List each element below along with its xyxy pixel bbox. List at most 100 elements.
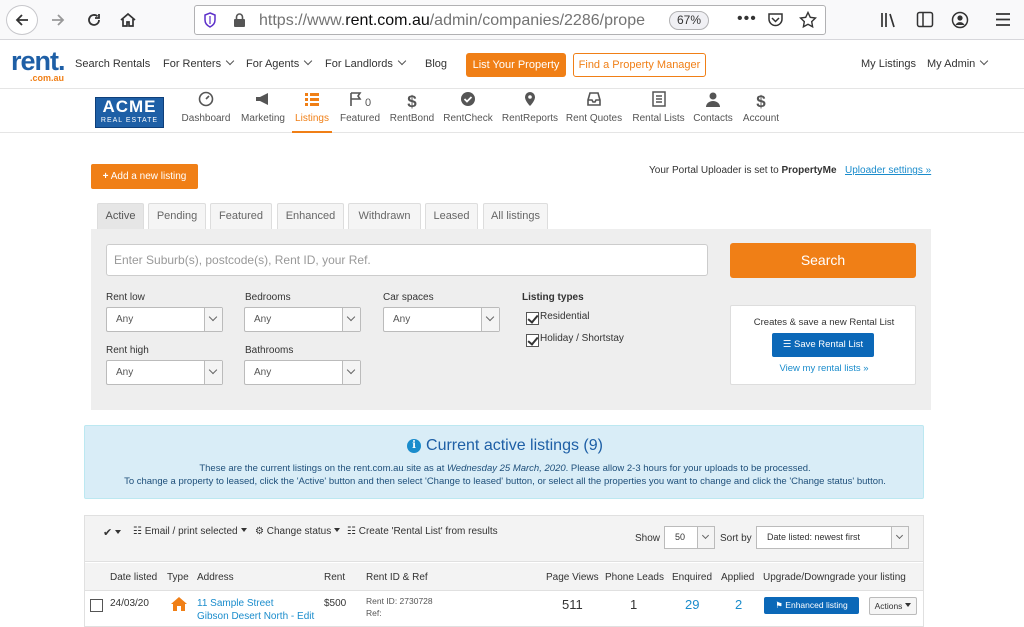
info-line-2: To change a property to leased, click th… [124,476,886,487]
nav-for-agents[interactable]: For Agents [246,56,313,70]
row-address-link[interactable]: 11 Sample Street [197,598,274,609]
company-logo: ACME REAL ESTATE [95,97,164,128]
col-enquired[interactable]: Enquired [672,572,712,583]
nav-for-renters[interactable]: For Renters [163,56,235,70]
tab-enhanced[interactable]: Enhanced [277,203,344,229]
row-enquired-link[interactable]: 29 [685,597,699,612]
shield-icon[interactable] [203,12,217,31]
forward-icon[interactable] [44,7,72,33]
search-input[interactable]: Enter Suburb(s), postcode(s), Rent ID, y… [106,244,708,276]
col-rent-id-ref[interactable]: Rent ID & Ref [366,572,428,583]
col-address[interactable]: Address [197,572,234,583]
row-rent-id: Rent ID: 2730728 [366,596,433,606]
tab-featured[interactable]: Featured [210,203,272,229]
info-line-1: These are the current listings on the re… [199,463,811,474]
nav-rent-quotes[interactable]: Rent Quotes [565,91,623,133]
zoom-level-badge[interactable]: 67% [669,11,709,30]
lock-icon[interactable] [233,12,246,31]
col-applied[interactable]: Applied [721,572,754,583]
list-icon: ☰ [782,339,792,350]
col-rent[interactable]: Rent [324,572,345,583]
dashboard-nav: ACME REAL ESTATE Dashboard Marketing Lis… [0,89,1024,133]
nav-search-rentals[interactable]: Search Rentals [75,58,150,70]
tab-withdrawn[interactable]: Withdrawn [348,203,421,229]
nav-rental-lists[interactable]: Rental Lists [631,91,686,133]
reload-icon[interactable] [80,7,108,33]
select-all-menu[interactable]: ✔ [103,526,122,539]
change-status-menu[interactable]: ⚙ Change status [255,526,341,537]
bookmark-star-icon[interactable] [798,10,818,32]
nav-account[interactable]: $ Account [740,91,782,133]
chevron-down-icon [204,361,222,384]
nav-contacts[interactable]: Contacts [691,91,735,133]
row-checkbox[interactable] [90,599,103,612]
my-admin-menu[interactable]: My Admin [927,56,989,70]
rent-logo[interactable]: rent. [11,48,66,75]
nav-featured[interactable]: 0 Featured [338,91,382,133]
back-icon[interactable] [6,5,38,35]
tab-pending[interactable]: Pending [148,203,206,229]
nav-marketing[interactable]: Marketing [239,91,287,133]
email-print-menu[interactable]: ☷ Email / print selected [133,526,247,537]
pocket-icon[interactable] [767,12,784,31]
uploader-settings-link[interactable]: Uploader settings » [845,165,931,176]
enhanced-listing-button[interactable]: ⚑ Enhanced listing [764,597,859,614]
add-listing-button[interactable]: + Add a new listing [91,164,198,189]
row-actions-button[interactable]: Actions [869,597,917,615]
col-phone-leads[interactable]: Phone Leads [605,572,664,583]
account-icon[interactable] [951,11,969,32]
bedrooms-select[interactable]: Any [244,307,361,332]
search-panel: Enter Suburb(s), postcode(s), Rent ID, y… [91,229,931,410]
sidebar-icon[interactable] [916,11,934,31]
tab-all-listings[interactable]: All listings [483,203,548,229]
rent-low-select[interactable]: Any [106,307,223,332]
more-actions-icon[interactable]: ••• [737,10,757,28]
url-bar[interactable]: https://www.rent.com.au/admin/companies/… [194,5,826,35]
library-icon[interactable] [880,12,898,31]
bathrooms-select[interactable]: Any [244,360,361,385]
page-size-select[interactable]: 50 [664,526,715,549]
list-your-property-button[interactable]: List Your Property [466,53,566,77]
car-spaces-select[interactable]: Any [383,307,500,332]
row-suburb: Gibson Desert North - Edit [197,611,315,622]
person-icon [691,91,735,113]
search-button[interactable]: Search [730,243,916,278]
row-applied-link[interactable]: 2 [735,597,742,612]
col-page-views[interactable]: Page Views [546,572,599,583]
site-header: rent. .com.au Search Rentals For Renters… [0,41,1024,89]
row-page-views: 511 [562,597,583,612]
url-text[interactable]: https://www.rent.com.au/admin/companies/… [259,12,659,30]
my-listings-link[interactable]: My Listings [861,58,916,70]
home-icon[interactable] [114,7,142,33]
row-edit-link[interactable]: Edit [297,611,314,622]
col-date-listed[interactable]: Date listed [110,572,157,583]
residential-checkbox[interactable] [526,312,539,325]
save-rental-list-button[interactable]: ☰ Save Rental List [772,333,874,357]
nav-dashboard[interactable]: Dashboard [180,91,232,133]
sort-select[interactable]: Date listed: newest first [756,526,909,549]
view-rental-lists-link[interactable]: View my rental lists » [731,363,917,374]
listing-types-label: Listing types [522,292,584,303]
plus-icon: + [102,171,109,182]
tab-leased[interactable]: Leased [425,203,478,229]
bathrooms-label: Bathrooms [245,345,294,356]
rent-high-select[interactable]: Any [106,360,223,385]
nav-rentbond[interactable]: $ RentBond [388,91,436,133]
chevron-down-icon [397,56,407,66]
flag-icon: ⚑ [775,600,783,610]
document-list-icon [631,91,686,113]
menu-icon[interactable] [995,12,1011,30]
nav-blog[interactable]: Blog [425,58,447,70]
inbox-icon [565,91,623,113]
chevron-down-icon [303,56,313,66]
nav-rentreports[interactable]: RentReports [500,91,560,133]
nav-listings[interactable]: Listings [292,91,332,133]
holiday-checkbox[interactable] [526,334,539,347]
find-property-manager-button[interactable]: Find a Property Manager [573,53,706,77]
create-rental-list-link[interactable]: ☷ Create 'Rental List' from results [347,526,498,537]
nav-rentcheck[interactable]: RentCheck [442,91,494,133]
col-type[interactable]: Type [167,572,189,583]
tab-active[interactable]: Active [97,203,144,229]
nav-for-landlords[interactable]: For Landlords [325,56,407,70]
chevron-down-icon [481,308,499,331]
